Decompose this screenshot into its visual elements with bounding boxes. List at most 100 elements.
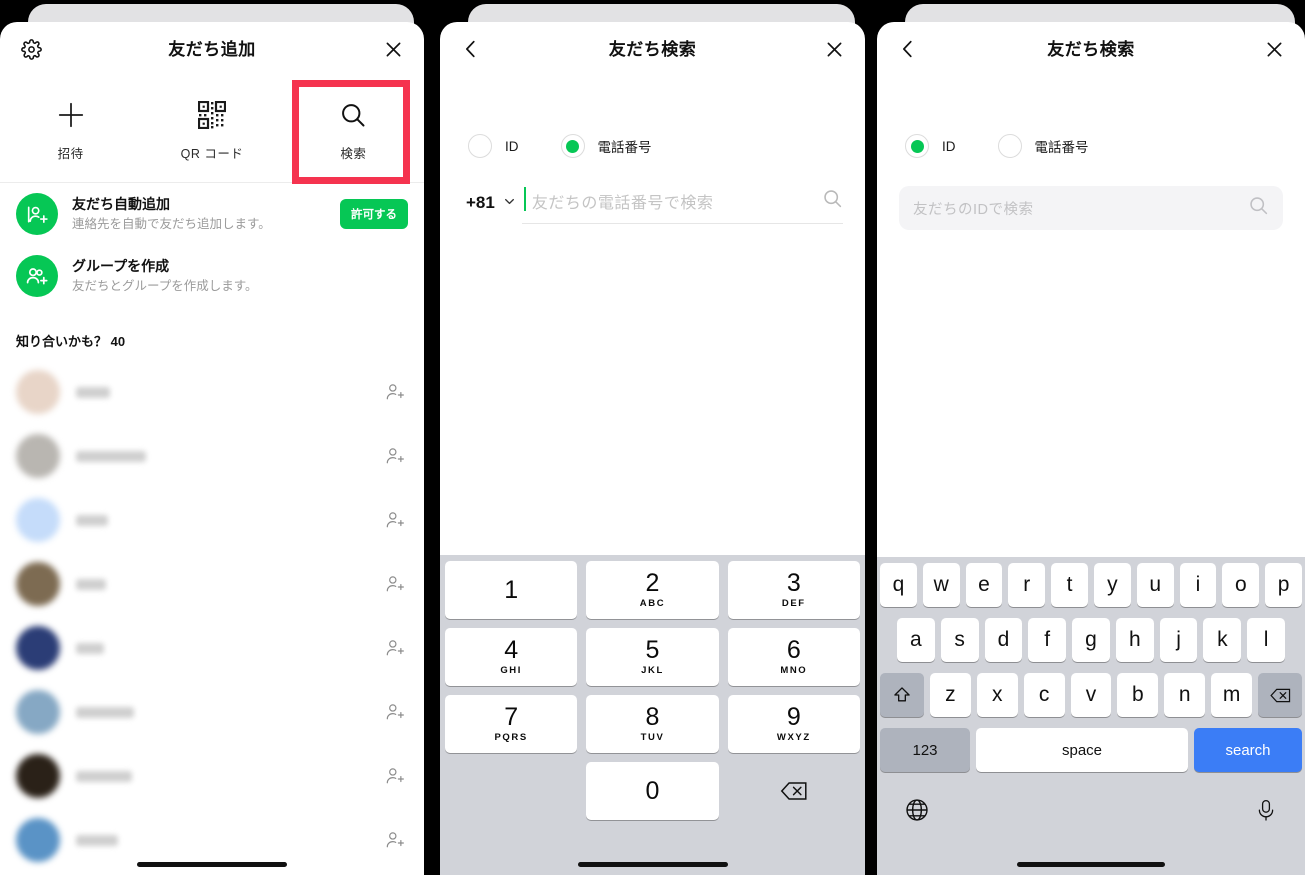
sheet-add-friend: 友だち追加 招待 QR コード 検索 友だち自動追加 連絡先を自動で友だち追加し… — [0, 22, 424, 875]
close-icon[interactable] — [817, 32, 851, 66]
numeric-key-3[interactable]: 3 DEF — [727, 561, 860, 619]
country-code-selector[interactable]: +81 — [466, 193, 516, 224]
avatar — [16, 562, 60, 606]
numeric-key-6[interactable]: 6 MNO — [727, 628, 860, 686]
key-t[interactable]: t — [1051, 563, 1088, 607]
header-search-phone: 友だち検索 — [440, 22, 865, 78]
numeric-key-0[interactable]: 0 — [586, 762, 719, 820]
key-u[interactable]: u — [1136, 563, 1174, 607]
section-header-suggestions: 知り合いかも？ 40 — [16, 334, 126, 349]
microphone-icon[interactable] — [1254, 798, 1278, 827]
key-q[interactable]: q — [880, 563, 917, 607]
radio-option-phone[interactable]: 電話番号 — [560, 134, 652, 158]
numeric-key-2[interactable]: 2 ABC — [586, 561, 719, 619]
tab-invite-label: 招待 — [57, 146, 84, 161]
contact-row[interactable] — [0, 360, 424, 424]
phone-search-input[interactable]: 友だちの電話番号で検索 — [521, 187, 843, 224]
key-o[interactable]: o — [1222, 563, 1260, 607]
key-letters: TUV — [640, 732, 665, 743]
avatar — [16, 626, 60, 670]
key-d[interactable]: d — [984, 618, 1023, 662]
add-friend-icon[interactable] — [382, 573, 408, 595]
key-y[interactable]: y — [1094, 563, 1131, 607]
add-friend-icon[interactable] — [382, 381, 408, 403]
add-friend-icon[interactable] — [382, 829, 408, 851]
shift-icon[interactable] — [880, 673, 924, 717]
key-f[interactable]: f — [1028, 618, 1067, 662]
key-p[interactable]: p — [1265, 563, 1302, 607]
key-x[interactable]: x — [976, 673, 1018, 717]
text-caret — [523, 187, 526, 211]
tab-search[interactable]: 検索 — [283, 78, 424, 182]
key-a[interactable]: a — [896, 618, 935, 662]
numeric-mode-key[interactable]: 123 — [880, 728, 970, 772]
key-i[interactable]: i — [1179, 563, 1217, 607]
row-create-group-text: グループを作成 友だちとグループを作成します。 — [72, 256, 408, 295]
key-v[interactable]: v — [1070, 673, 1112, 717]
add-friend-icon[interactable] — [382, 765, 408, 787]
numeric-key-4[interactable]: 4 GHI — [445, 628, 578, 686]
contact-row[interactable] — [0, 616, 424, 680]
radio-phone-indicator — [997, 134, 1022, 158]
add-friend-icon[interactable] — [382, 701, 408, 723]
key-k[interactable]: k — [1203, 618, 1242, 662]
row-auto-add-friend-title: 友だち自動追加 — [72, 196, 170, 213]
contact-name — [76, 642, 104, 654]
key-m[interactable]: m — [1211, 673, 1253, 717]
numeric-key-1[interactable]: 1 — [445, 561, 578, 619]
add-friend-icon[interactable] — [382, 509, 408, 531]
close-icon[interactable] — [376, 32, 410, 66]
space-key[interactable]: space — [976, 728, 1188, 772]
backspace-icon[interactable] — [1258, 673, 1302, 717]
tab-qr-code[interactable]: QR コード — [141, 78, 282, 182]
key-j[interactable]: j — [1159, 618, 1198, 662]
radio-option-phone[interactable]: 電話番号 — [997, 134, 1089, 158]
key-l[interactable]: l — [1247, 618, 1286, 662]
id-search-input[interactable]: 友だちのIDで検索 — [899, 186, 1283, 230]
numeric-key-7[interactable]: 7 PQRS — [445, 695, 578, 753]
key-s[interactable]: s — [940, 618, 979, 662]
backspace-icon[interactable] — [728, 762, 860, 820]
search-icon[interactable] — [822, 188, 843, 214]
contact-name — [76, 834, 118, 846]
key-e[interactable]: e — [965, 563, 1003, 607]
contact-row[interactable] — [0, 680, 424, 744]
radio-option-id[interactable]: ID — [905, 134, 956, 158]
radio-id-label: ID — [505, 138, 519, 154]
search-key[interactable]: search — [1194, 728, 1302, 772]
keyboard-bottom-row — [880, 783, 1302, 835]
chevron-down-icon — [503, 195, 516, 213]
row-auto-add-friend[interactable]: 友だち自動追加 連絡先を自動で友だち追加します。 許可する — [0, 183, 424, 245]
radio-option-id[interactable]: ID — [468, 134, 519, 158]
add-friend-icon[interactable] — [382, 637, 408, 659]
key-w[interactable]: w — [922, 563, 960, 607]
row-create-group[interactable]: グループを作成 友だちとグループを作成します。 — [0, 245, 424, 307]
close-icon[interactable] — [1257, 32, 1291, 66]
tab-invite[interactable]: 招待 — [0, 78, 141, 182]
key-b[interactable]: b — [1117, 673, 1159, 717]
key-digit: 5 — [645, 636, 660, 664]
key-z[interactable]: z — [930, 673, 971, 717]
contact-row[interactable] — [0, 744, 424, 808]
keyboard-row-4: 123 space search — [880, 728, 1302, 772]
key-r[interactable]: r — [1008, 563, 1046, 607]
qr-code-icon — [197, 99, 226, 131]
key-h[interactable]: h — [1115, 618, 1154, 662]
avatar — [16, 690, 60, 734]
key-n[interactable]: n — [1164, 673, 1206, 717]
key-g[interactable]: g — [1072, 618, 1110, 662]
search-icon[interactable] — [1248, 195, 1269, 221]
contact-row[interactable] — [0, 424, 424, 488]
globe-icon[interactable] — [904, 797, 930, 828]
numeric-key-5[interactable]: 5 JKL — [586, 628, 719, 686]
contact-row[interactable] — [0, 488, 424, 552]
allow-button[interactable]: 許可する — [340, 199, 408, 229]
contact-row[interactable] — [0, 552, 424, 616]
keyboard-row-1: qwertyuiop — [880, 563, 1302, 607]
numeric-key-8[interactable]: 8 TUV — [586, 695, 719, 753]
key-c[interactable]: c — [1023, 673, 1065, 717]
add-friend-icon[interactable] — [382, 445, 408, 467]
numeric-key-9[interactable]: 9 WXYZ — [727, 695, 860, 753]
tab-bar: 招待 QR コード 検索 — [0, 78, 424, 184]
row-auto-add-friend-subtitle: 連絡先を自動で友だち追加します。 — [72, 216, 271, 231]
